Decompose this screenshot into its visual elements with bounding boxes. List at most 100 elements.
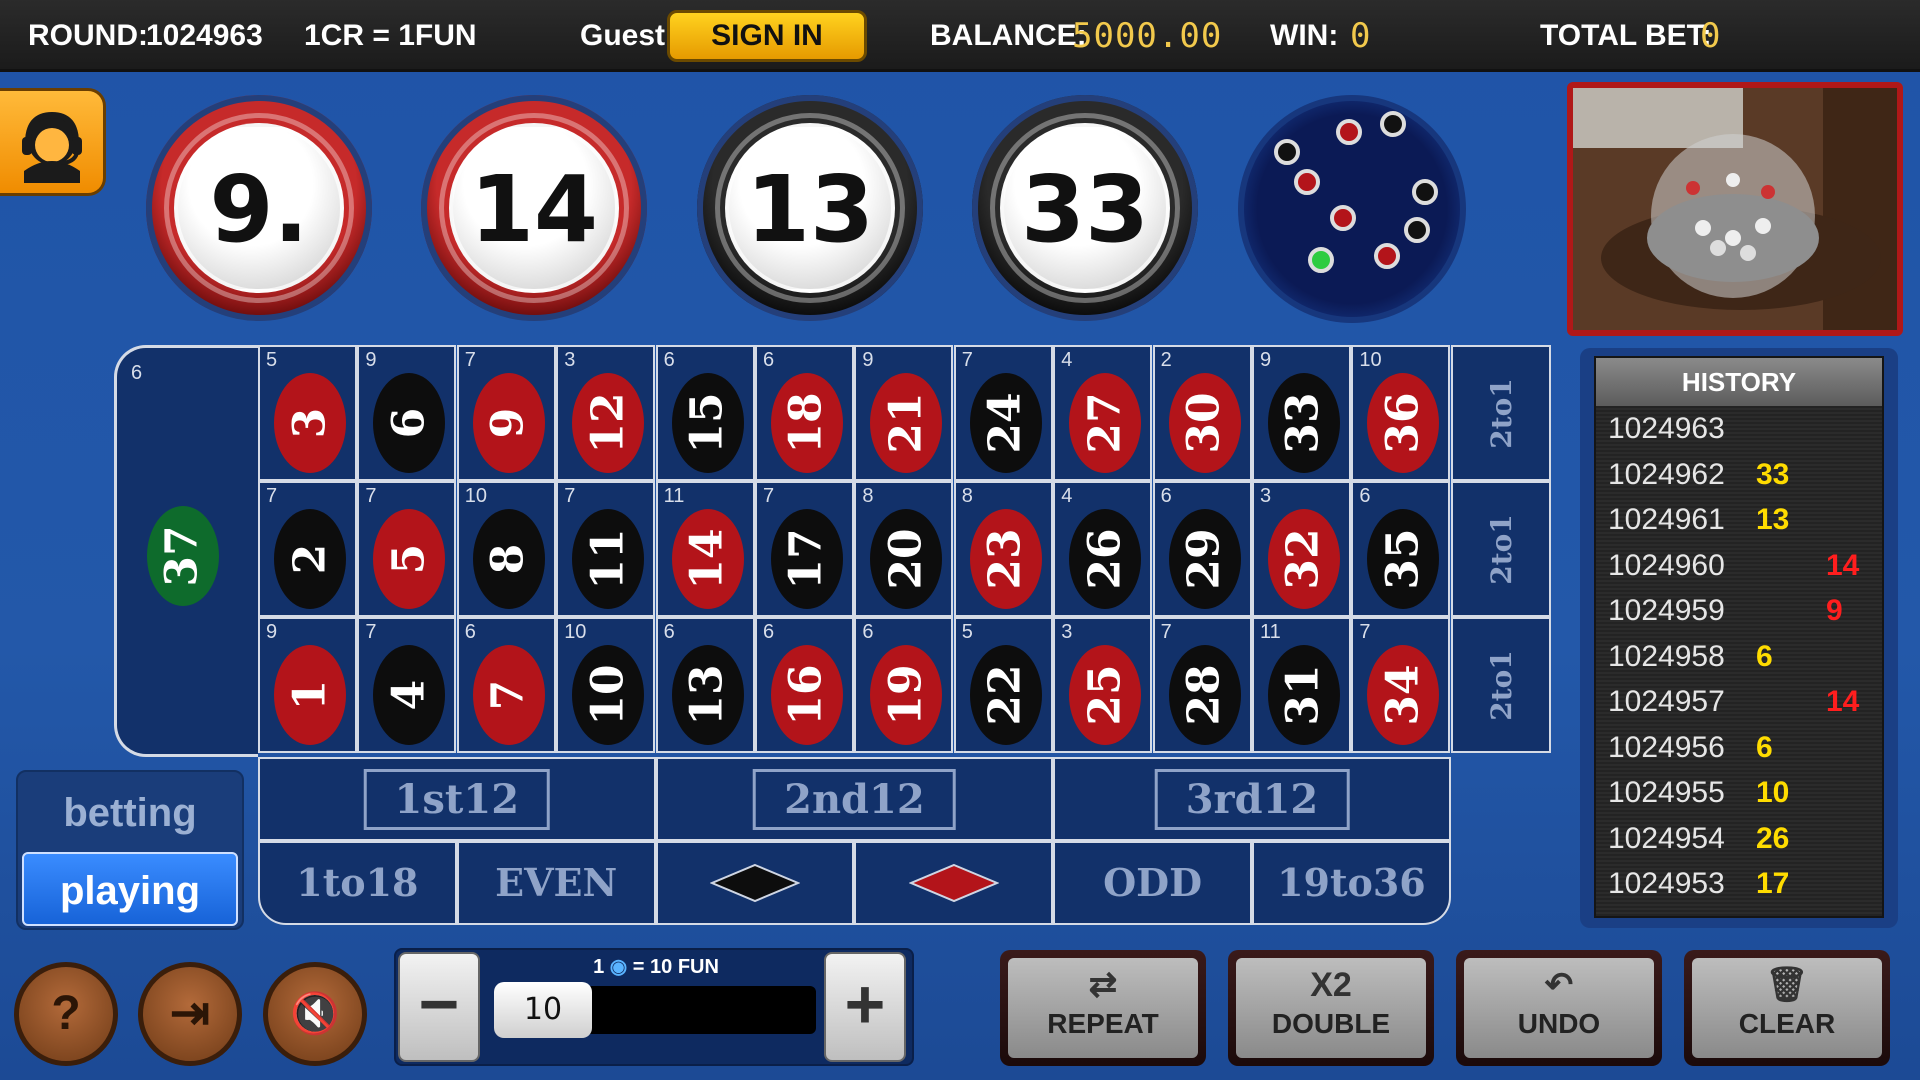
number-cell-22[interactable]: 5 22 [953,617,1053,753]
number-cell-19[interactable]: 6 19 [854,617,954,753]
history-row: 1024958 6 [1596,634,1882,680]
number-cell-21[interactable]: 9 21 [854,345,954,481]
history-round-id: 1024962 [1608,457,1725,491]
mini-ball [1412,179,1438,205]
number-cell-28[interactable]: 7 28 [1152,617,1252,753]
undo-button[interactable]: ↶ UNDO [1456,950,1662,1066]
outside-bet-label: EVEN [495,860,618,905]
round-label: ROUND: [28,19,148,52]
number-cell-29[interactable]: 6 29 [1152,481,1252,617]
number-cell-32[interactable]: 3 32 [1252,481,1351,617]
decrease-button[interactable]: − [398,952,480,1062]
black-diamond-icon [709,863,800,903]
number-cell-13[interactable]: 6 13 [655,617,755,753]
mode-switch: betting playing [16,770,244,930]
history-result: 6 [1756,730,1773,764]
live-video-feed [1567,82,1903,336]
number-cell-9[interactable]: 79 [456,345,556,481]
chip-count: 8 [862,485,874,507]
number-oval: 30 [1168,373,1241,473]
low-bet[interactable]: 1to18 [258,841,457,925]
chip-count: 7 [365,621,377,643]
last-ball-3: 13 [697,95,923,321]
history-result: 6 [1756,639,1773,673]
mini-ball [1374,243,1400,269]
support-agent-icon[interactable] [0,88,106,196]
number-oval: 9 [472,373,545,473]
number-cell-3[interactable]: 53 [258,345,357,481]
number-cell-10[interactable]: 10 10 [556,617,656,753]
chip-count: 7 [564,485,576,507]
number-oval: 24 [969,373,1042,473]
chip-count: 6 [663,349,675,371]
mini-ball [1336,119,1362,145]
number-cell-35[interactable]: 6 35 [1351,481,1451,617]
balance-label: BALANCE: [930,19,1087,52]
number-cell-31[interactable]: 11 31 [1252,617,1351,753]
number-oval: 14 [671,509,744,609]
history-round-id: 1024953 [1608,867,1725,900]
number-cell-14[interactable]: 11 14 [655,481,755,617]
number-cell-25[interactable]: 3 25 [1053,617,1153,753]
zero-cell[interactable]: 6 37 [114,345,258,757]
exit-button[interactable]: ⇥ [138,962,242,1066]
number-cell-30[interactable]: 2 30 [1152,345,1252,481]
history-list: HISTORY 1024963 1024962 33 1024961 13 1024960… [1594,356,1884,918]
history-row: 1024959 9 [1596,588,1882,634]
number-cell-6[interactable]: 96 [357,345,457,481]
chip-count: 3 [1260,485,1272,507]
column-bet-2[interactable]: 2to1 [1450,481,1551,617]
mute-button[interactable]: 🔇 [263,962,367,1066]
repeat-label: REPEAT [1047,1008,1159,1039]
playing-mode-button[interactable]: playing [22,852,238,926]
history-result: 14 [1826,548,1860,582]
column-bet-3[interactable]: 2to1 [1450,617,1551,753]
number-cell-26[interactable]: 4 26 [1053,481,1153,617]
dozen-bet-1[interactable]: 1st12 [258,757,656,841]
number-cell-8[interactable]: 10 8 [456,481,556,617]
betting-mode-button[interactable]: betting [22,776,238,850]
number-cell-5[interactable]: 75 [357,481,457,617]
number-cell-4[interactable]: 74 [357,617,457,753]
column-bet-1[interactable]: 2to1 [1450,345,1551,481]
number-oval: 20 [870,509,943,609]
even-bet[interactable]: EVEN [456,841,656,925]
number-cell-33[interactable]: 9 33 [1252,345,1351,481]
clear-button[interactable]: 🗑 CLEAR [1684,950,1890,1066]
black-bet[interactable] [655,841,855,925]
number-cell-20[interactable]: 8 20 [854,481,954,617]
help-button[interactable]: ? [14,962,118,1066]
chip-value[interactable]: 10 [494,982,592,1038]
number-cell-18[interactable]: 6 18 [755,345,854,481]
dozen-bet-3[interactable]: 3rd12 [1053,757,1451,841]
chip-value-stepper: − 1 ◉ = 10 FUN 10 + [394,948,914,1066]
number-cell-11[interactable]: 7 11 [556,481,656,617]
number-cell-12[interactable]: 3 12 [556,345,656,481]
number-cell-1[interactable]: 91 [258,617,357,753]
number-cell-15[interactable]: 6 15 [655,345,755,481]
increase-button[interactable]: + [824,952,906,1062]
number-cell-2[interactable]: 72 [258,481,357,617]
odd-bet[interactable]: ODD [1053,841,1252,925]
number-cell-36[interactable]: 10 36 [1351,345,1451,481]
chip-rate-fun: 10 FUN [650,956,719,978]
history-result: 13 [1756,503,1790,536]
sign-in-button[interactable]: SIGN IN [667,10,867,62]
chip-count: 7 [464,349,476,371]
number-cell-23[interactable]: 8 23 [953,481,1053,617]
number-cell-34[interactable]: 7 34 [1351,617,1451,753]
double-button[interactable]: X2 DOUBLE [1228,950,1434,1066]
number-oval: 26 [1069,509,1142,609]
number-cell-17[interactable]: 7 17 [755,481,854,617]
repeat-button[interactable]: ⇄ REPEAT [1000,950,1206,1066]
high-bet[interactable]: 19to36 [1252,841,1451,925]
red-bet[interactable] [854,841,1054,925]
number-cell-24[interactable]: 7 24 [953,345,1053,481]
number-cell-7[interactable]: 67 [456,617,556,753]
chip-count: 4 [1061,485,1073,507]
mini-ball [1404,217,1430,243]
dozen-bet-2[interactable]: 2nd12 [655,757,1054,841]
number-cell-16[interactable]: 6 16 [755,617,854,753]
number-cell-27[interactable]: 4 27 [1053,345,1153,481]
chip-count: 9 [862,349,874,371]
